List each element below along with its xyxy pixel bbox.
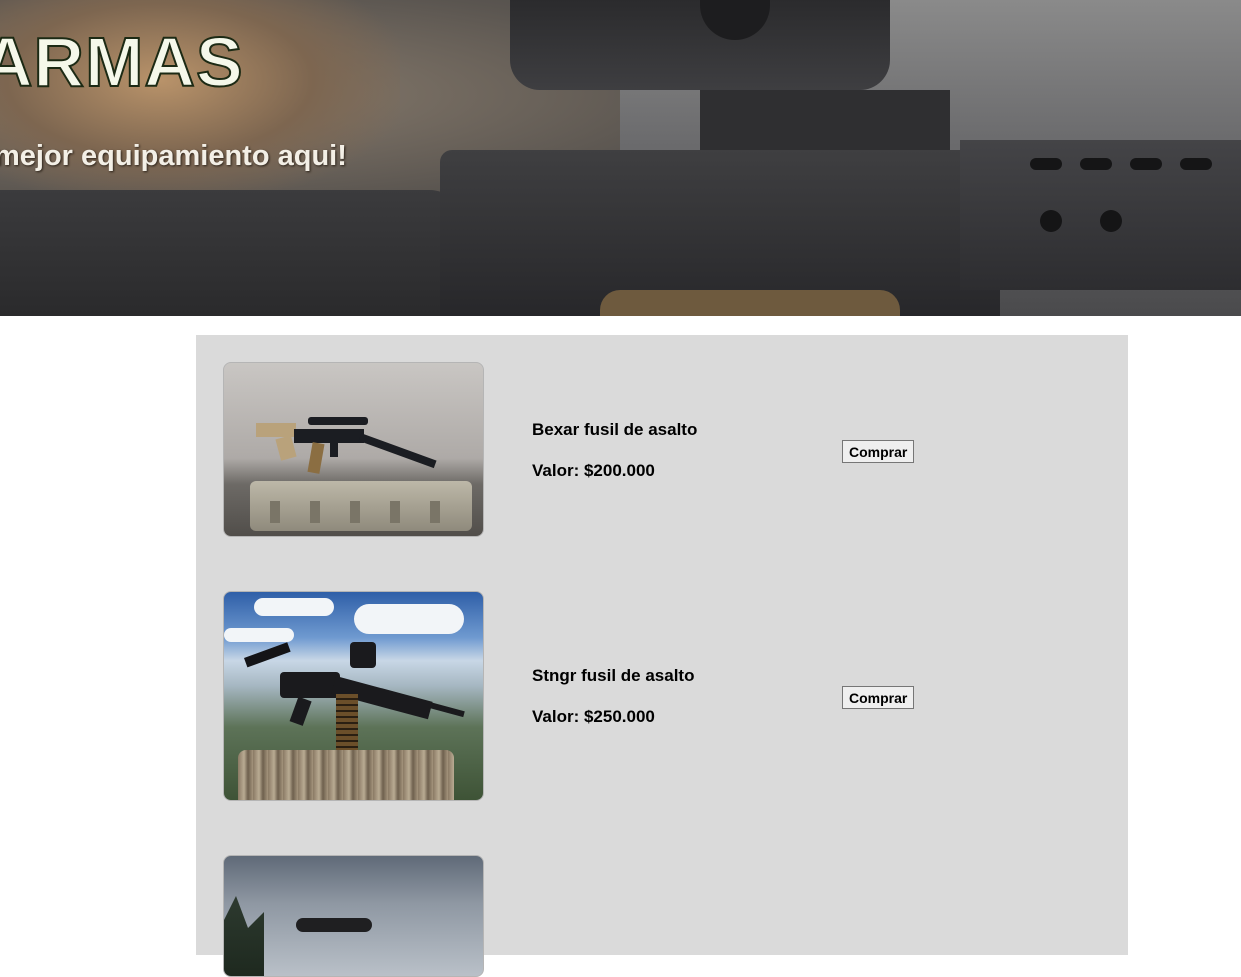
hero-glove bbox=[600, 290, 900, 316]
rifle-illustration bbox=[256, 417, 437, 474]
product-catalog: Bexar fusil de asalto Valor: $200.000 Co… bbox=[196, 335, 1128, 977]
product-image bbox=[223, 855, 484, 977]
hero-title: ARMAS bbox=[0, 22, 244, 102]
hero-rifle-handguard bbox=[960, 140, 1241, 290]
rifle-case bbox=[250, 481, 472, 531]
hero-banner: ARMAS mejor equipamiento aqui! bbox=[0, 0, 1241, 316]
product-name: Bexar fusil de asalto bbox=[532, 420, 698, 439]
hero-rifle-stock bbox=[0, 190, 460, 316]
product-info: Stngr fusil de asalto Valor: $250.000 bbox=[532, 666, 694, 727]
product-price: Valor: $200.000 bbox=[532, 461, 655, 480]
rifle-illustration bbox=[244, 642, 465, 750]
product-image bbox=[223, 591, 484, 801]
hero-scope-mount bbox=[700, 90, 950, 150]
product-name: Stngr fusil de asalto bbox=[532, 666, 695, 685]
buy-button[interactable]: Comprar bbox=[842, 686, 915, 709]
hero-rifle-scope bbox=[510, 0, 890, 90]
rifle-scope bbox=[296, 918, 372, 932]
hero-subtitle: mejor equipamiento aqui! bbox=[0, 140, 347, 172]
buy-button[interactable]: Comprar bbox=[842, 440, 915, 463]
product-image bbox=[223, 362, 484, 537]
product-info: Bexar fusil de asalto Valor: $200.000 bbox=[532, 420, 697, 481]
tree-silhouette bbox=[224, 896, 264, 976]
product-price: Valor: $250.000 bbox=[532, 707, 655, 726]
